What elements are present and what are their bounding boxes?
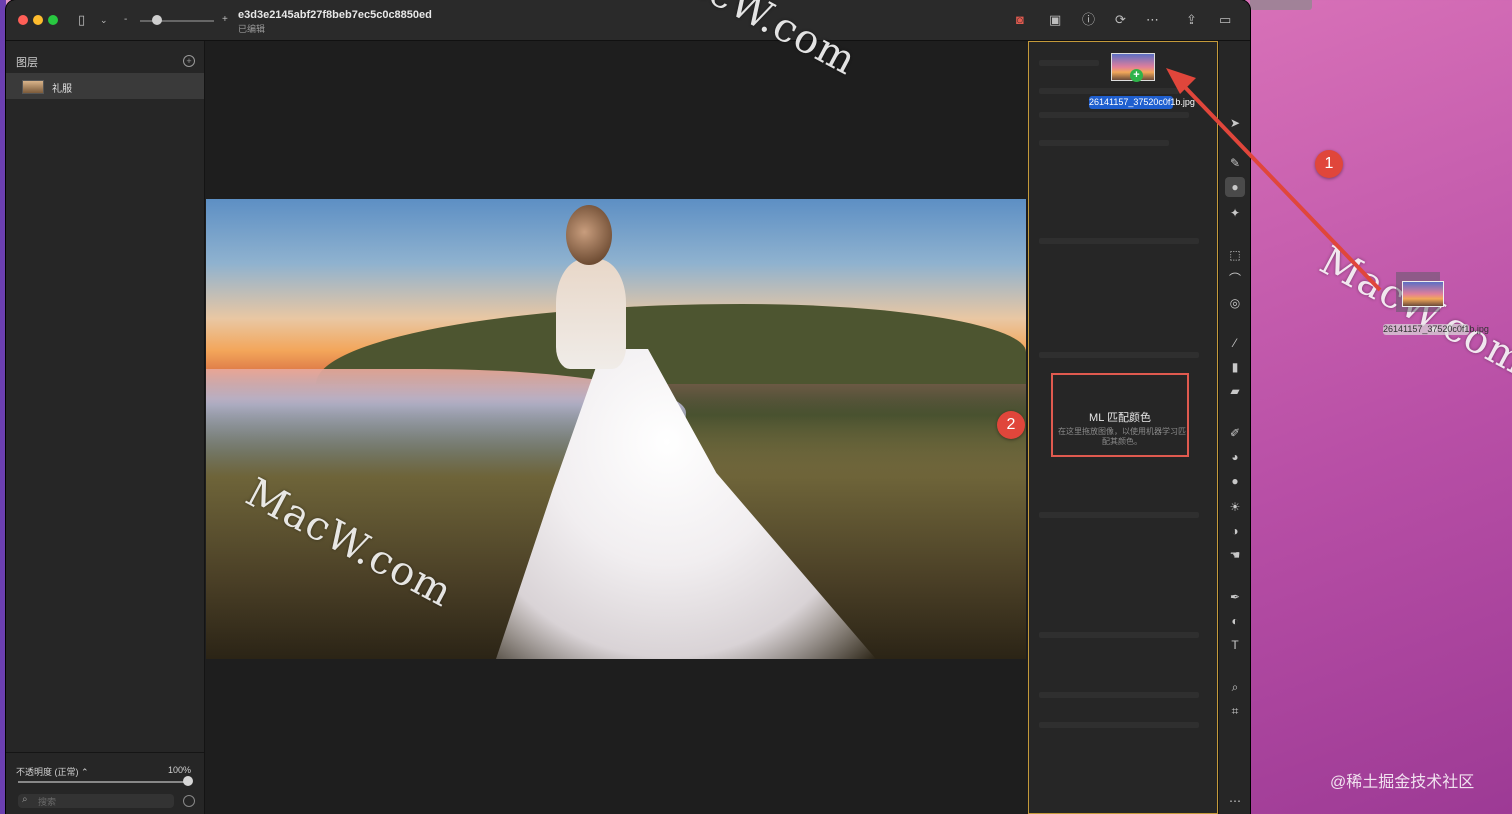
color-match-icon[interactable]: ◙	[1016, 11, 1024, 29]
chevron-down-icon[interactable]: ⌄	[100, 11, 108, 29]
search-placeholder: 搜索	[38, 797, 57, 807]
faded-row	[1039, 632, 1199, 638]
export-image-icon[interactable]: ▣	[1049, 11, 1061, 29]
faded-row	[1039, 722, 1199, 728]
desktop-file-thumbnail[interactable]	[1402, 281, 1444, 307]
filter-icon[interactable]	[183, 795, 195, 807]
layer-thumbnail	[22, 80, 44, 94]
zoom-in-icon[interactable]: +	[222, 11, 228, 29]
faded-row	[1039, 692, 1199, 698]
lasso-tool-icon[interactable]: ⌒	[1227, 271, 1243, 287]
eraser-tool-icon[interactable]: ▰	[1227, 383, 1243, 399]
desktop-menu-remnant	[1250, 0, 1312, 10]
zoom-slider-knob[interactable]	[152, 15, 162, 25]
color-picker-tool-icon[interactable]: ✎	[1227, 155, 1243, 171]
opacity-slider[interactable]	[18, 781, 190, 783]
faded-row	[1039, 112, 1189, 118]
pen-tool-icon[interactable]: ✒	[1227, 589, 1243, 605]
step-marker-1: 1	[1315, 150, 1343, 178]
photo-canvas[interactable]	[206, 199, 1026, 659]
titlebar: ▯ ⌄ - + e3d3e2145abf27f8beb7ec5c0c8850ed…	[6, 0, 1250, 41]
drop-zone-title: ML 匹配颜色	[1089, 412, 1151, 424]
layer-properties: 不透明度 (正常) ⌃ 100% ⌕ 搜索	[6, 752, 204, 814]
opacity-value: 100%	[168, 765, 192, 775]
shape-tool-icon[interactable]: ◐	[1227, 613, 1243, 629]
minimize-button[interactable]	[33, 15, 43, 25]
zoom-button[interactable]	[48, 15, 58, 25]
inspector-toggle-icon[interactable]: ▭	[1219, 11, 1231, 29]
add-layer-icon[interactable]: +	[183, 55, 195, 67]
faded-row	[1039, 352, 1199, 358]
more-tools-icon[interactable]: ⋯	[1227, 793, 1243, 809]
arrow-tool-icon[interactable]: ➤	[1227, 115, 1243, 131]
retouch-tool-icon[interactable]: ✐	[1227, 425, 1243, 441]
share-icon[interactable]: ⇪	[1186, 11, 1197, 29]
smudge-tool-icon[interactable]: ☚	[1227, 547, 1243, 563]
color-adjust-tool-icon[interactable]: ●	[1225, 177, 1245, 197]
layer-search-field[interactable]: ⌕ 搜索	[18, 794, 174, 808]
paint-bucket-icon[interactable]: ▮	[1227, 359, 1243, 375]
drop-zone-description: 在这里拖放图像，以使用机器学习匹配其颜色。	[1058, 427, 1186, 446]
rotate-icon[interactable]: ⟳	[1115, 11, 1126, 29]
lighten-tool-icon[interactable]: ☀	[1227, 499, 1243, 515]
faded-row	[1039, 88, 1179, 94]
credit-text: @稀土掘金技术社区	[1330, 774, 1475, 791]
more-icon[interactable]: ⋯	[1146, 11, 1159, 29]
dragged-file-label: 26141157_37520c0f1b.jpg	[1089, 96, 1195, 109]
layers-sidebar: 图层 + 礼服 不透明度 (正常) ⌃ 100% ⌕ 搜索	[6, 41, 205, 814]
bride-torso	[556, 259, 626, 369]
sidebar-toggle-icon[interactable]: ▯	[78, 11, 85, 29]
faded-row	[1039, 60, 1099, 66]
close-button[interactable]	[18, 15, 28, 25]
zoom-out-icon[interactable]: -	[124, 11, 127, 29]
step-marker-2: 2	[997, 411, 1025, 439]
layer-name: 礼服	[52, 84, 72, 95]
brush-tool-icon[interactable]: ⁄	[1227, 335, 1243, 351]
marquee-tool-icon[interactable]: ⬚	[1227, 247, 1243, 263]
clone-tool-icon[interactable]: ◕	[1227, 449, 1243, 465]
document-status: 已编辑	[238, 24, 266, 34]
crop-tool-icon[interactable]: ⌗	[1227, 703, 1243, 719]
ml-match-panel: + 26141157_37520c0f1b.jpg ML 匹配颜色 在这里拖放图…	[1028, 41, 1218, 814]
opacity-label[interactable]: 不透明度 (正常) ⌃	[16, 765, 89, 778]
ml-match-drop-zone[interactable]: ML 匹配颜色 在这里拖放图像，以使用机器学习匹配其颜色。	[1051, 373, 1189, 457]
document-title: e3d3e2145abf27f8beb7ec5c0c8850ed	[238, 9, 432, 21]
sparkle-tool-icon[interactable]: ✦	[1227, 205, 1243, 221]
bride-head	[566, 205, 612, 265]
search-icon: ⌕	[22, 794, 28, 805]
tools-palette: ➤ ✎ ● ✦ ⬚ ⌒ ◎ ⁄ ▮ ▰ ✐ ◕ ● ☀ ◑ ☚ ✒ ◐ T ⌕ …	[1218, 41, 1250, 814]
faded-row	[1039, 140, 1169, 146]
blur-tool-icon[interactable]: ●	[1227, 473, 1243, 489]
info-icon[interactable]: ⓘ	[1082, 11, 1095, 29]
opacity-slider-knob[interactable]	[183, 776, 193, 786]
zoom-tool-icon[interactable]: ⌕	[1227, 679, 1243, 695]
layer-row[interactable]: 礼服	[6, 73, 204, 99]
text-tool-icon[interactable]: T	[1227, 637, 1243, 653]
add-plus-icon: +	[1130, 69, 1143, 82]
quick-select-icon[interactable]: ◎	[1227, 295, 1243, 311]
faded-row	[1039, 512, 1199, 518]
desktop-file-label[interactable]: 26141157_37520c0f1b.jpg	[1383, 324, 1489, 335]
faded-row	[1039, 238, 1199, 244]
darken-tool-icon[interactable]: ◑	[1227, 523, 1243, 539]
app-window: ▯ ⌄ - + e3d3e2145abf27f8beb7ec5c0c8850ed…	[6, 0, 1250, 814]
layers-header: 图层	[16, 57, 38, 69]
canvas-area[interactable]	[205, 41, 1028, 814]
